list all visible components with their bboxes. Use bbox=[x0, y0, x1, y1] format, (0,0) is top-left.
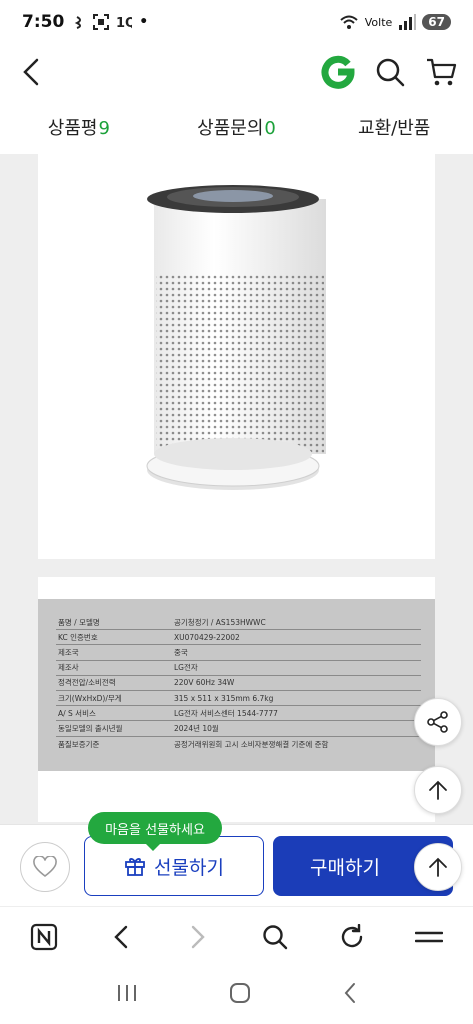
spec-row: 정격전압/소비전력 220V 60Hz 34W bbox=[56, 676, 421, 691]
svg-text:1Q: 1Q bbox=[116, 16, 132, 29]
top-header bbox=[0, 44, 473, 100]
system-navigation bbox=[0, 966, 473, 1024]
spec-card: 품명 / 모델명 공기청정기 / AS153HWWC KC 인증번호 XU07042… bbox=[38, 577, 435, 822]
spec-row: KC 인증번호 XU070429-22002 bbox=[56, 630, 421, 646]
status-right: Volte 67 bbox=[339, 14, 451, 30]
share-button[interactable] bbox=[414, 698, 462, 746]
scroll-top-button[interactable] bbox=[414, 766, 462, 814]
wishlist-button[interactable] bbox=[20, 842, 70, 892]
naver-home-button[interactable] bbox=[24, 917, 64, 957]
gift-button[interactable]: 선물하기 bbox=[84, 836, 264, 896]
purchase-bar: 선물하기 구매하기 bbox=[0, 824, 473, 906]
chevron-left-icon bbox=[114, 925, 128, 948]
recent-apps-icon bbox=[117, 985, 136, 1001]
cart-icon[interactable] bbox=[425, 57, 457, 87]
vibrate-icon bbox=[75, 16, 82, 29]
air-purifier-image bbox=[146, 185, 326, 490]
spec-row: 동일모델의 출시년월 2024년 10월 bbox=[56, 721, 421, 737]
signal-icon bbox=[399, 14, 417, 30]
refresh-icon bbox=[341, 923, 362, 947]
n-icon: 1Q bbox=[116, 16, 132, 29]
battery-badge: 67 bbox=[422, 14, 451, 30]
scroll-top-button-bottom[interactable] bbox=[414, 843, 462, 891]
tab-exchange-return[interactable]: 교환/반품 bbox=[315, 114, 473, 140]
browser-forward-button[interactable] bbox=[178, 917, 218, 957]
share-icon bbox=[427, 711, 448, 733]
arrow-up-icon bbox=[429, 857, 447, 877]
browser-search-button[interactable] bbox=[255, 917, 295, 957]
spec-row: 품질보증기준 공정거래위원회 고시 소비자분쟁해결 기준에 준함 bbox=[58, 739, 329, 749]
naver-icon bbox=[31, 923, 58, 950]
product-detail-content: 품명 / 모델명 공기청정기 / AS153HWWC KC 인증번호 XU07042… bbox=[0, 154, 473, 824]
status-time: 7:50 bbox=[22, 12, 65, 32]
menu-icon bbox=[414, 931, 443, 942]
spec-row: A/ S 서비스 LG전자 서비스센터 1544-7777 bbox=[56, 706, 421, 722]
dot-icon: • bbox=[139, 14, 149, 30]
tab-reviews[interactable]: 상품평9 bbox=[0, 114, 158, 140]
system-back-button[interactable] bbox=[343, 982, 357, 1008]
inquiry-count: 0 bbox=[264, 118, 276, 139]
search-icon[interactable] bbox=[375, 57, 405, 87]
buy-label: 구매하기 bbox=[310, 856, 380, 879]
status-left-icons: 1Q • bbox=[74, 14, 148, 30]
browser-back-button[interactable] bbox=[101, 917, 141, 957]
product-tabs: 상품평9 상품문의0 교환/반품 bbox=[0, 100, 473, 154]
spec-row: 제조국 중국 bbox=[56, 645, 421, 661]
header-actions bbox=[321, 55, 457, 89]
wifi-icon bbox=[340, 15, 358, 29]
browser-toolbar bbox=[0, 906, 473, 966]
arrow-up-icon bbox=[429, 780, 447, 800]
spec-row: 품명 / 모델명 공기청정기 / AS153HWWC bbox=[56, 615, 421, 631]
chevron-left-icon bbox=[344, 983, 356, 1003]
gift-label: 선물하기 bbox=[154, 856, 224, 879]
home-icon bbox=[230, 983, 251, 1003]
gmarket-logo-icon[interactable] bbox=[321, 55, 355, 89]
spec-row: 제조사 LG전자 bbox=[56, 661, 421, 676]
network-label: Volte bbox=[364, 15, 393, 29]
recent-apps-button[interactable] bbox=[116, 983, 138, 1007]
review-count: 9 bbox=[98, 118, 110, 139]
chevron-right-icon bbox=[191, 925, 205, 948]
status-bar: 7:50 1Q • Volte 67 bbox=[0, 0, 473, 44]
gift-promo-bubble: 마음을 선물하세요 bbox=[88, 812, 222, 851]
product-image bbox=[38, 154, 435, 559]
screenshot-icon bbox=[93, 14, 110, 30]
heart-icon bbox=[33, 856, 57, 878]
spec-table: 품명 / 모델명 공기청정기 / AS153HWWC KC 인증번호 XU07042… bbox=[38, 599, 435, 771]
tab-inquiries[interactable]: 상품문의0 bbox=[158, 114, 316, 140]
browser-menu-button[interactable] bbox=[409, 917, 449, 957]
browser-refresh-button[interactable] bbox=[332, 917, 372, 957]
search-icon bbox=[263, 924, 288, 949]
back-button[interactable] bbox=[16, 57, 46, 87]
gift-icon bbox=[125, 858, 145, 876]
home-button[interactable] bbox=[229, 982, 251, 1008]
spec-row: 크기(WxHxD)/무게 315 x 511 x 315mm 6.7kg bbox=[56, 691, 421, 707]
chevron-left-icon bbox=[23, 58, 39, 86]
